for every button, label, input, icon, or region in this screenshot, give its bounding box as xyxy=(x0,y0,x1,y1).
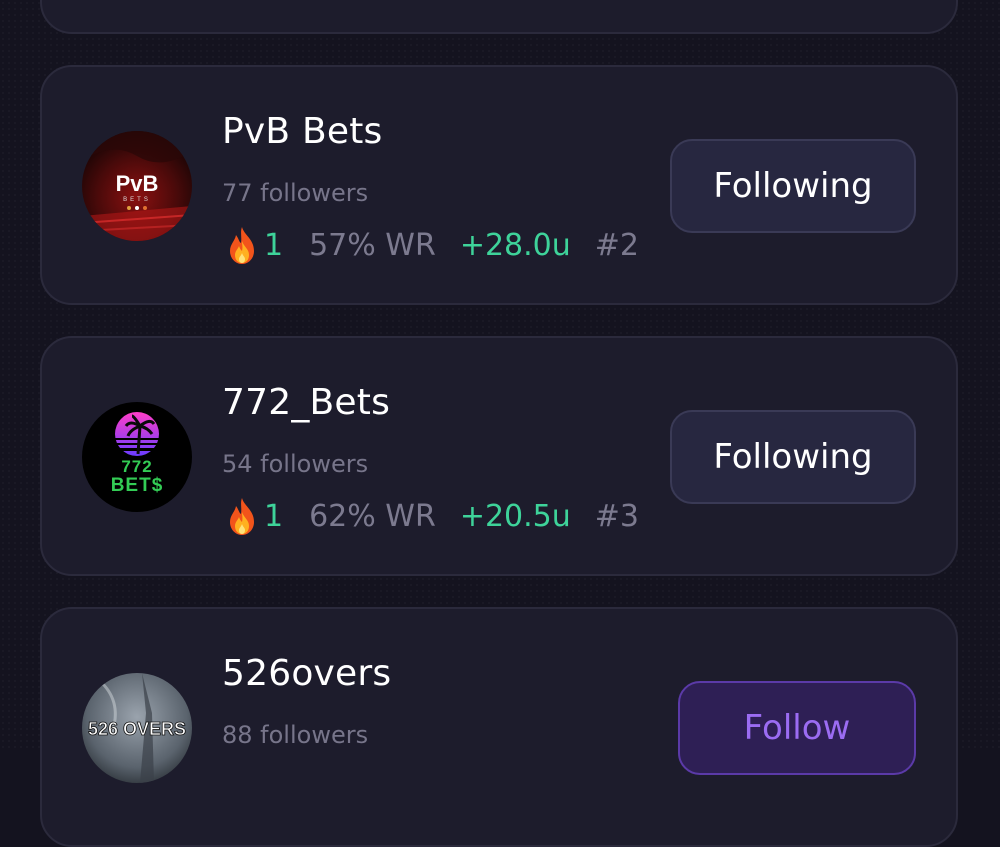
fire-icon xyxy=(224,225,260,265)
following-button[interactable]: Following xyxy=(670,139,916,233)
follower-count: 54 followers xyxy=(222,450,369,478)
avatar[interactable]: PvB BETS xyxy=(82,131,192,241)
bettor-card[interactable]: 526 OVERS 526overs 88 followers Follow xyxy=(40,607,958,847)
follower-count: 77 followers xyxy=(222,179,369,207)
win-rate: 57% WR xyxy=(309,227,436,263)
streak-count: 1 xyxy=(264,498,284,534)
avatar[interactable]: 772 BET$ xyxy=(82,402,192,512)
follower-count: 88 followers xyxy=(222,721,369,749)
rank: #3 xyxy=(594,498,640,534)
rank: #2 xyxy=(594,227,640,263)
follow-button[interactable]: Follow xyxy=(678,681,916,775)
streak-count: 1 xyxy=(264,227,284,263)
avatar-subtext: BETS xyxy=(123,197,151,203)
bettor-card[interactable]: PvB BETS PvB Bets 77 followers 1 57% WR … xyxy=(40,65,958,305)
units-profit: +20.5u xyxy=(459,498,571,534)
avatar[interactable]: 526 OVERS xyxy=(82,673,192,783)
bettor-name[interactable]: 772_Bets xyxy=(222,382,390,423)
bettor-name[interactable]: PvB Bets xyxy=(222,111,382,152)
avatar-text: 772 xyxy=(121,457,152,476)
units-profit: +28.0u xyxy=(459,227,571,263)
stats-row: 1 62% WR +20.5u #3 xyxy=(224,496,639,536)
avatar-subtext: BET$ xyxy=(111,475,164,496)
bettor-card[interactable]: 772 BET$ 772_Bets 54 followers 1 62% WR … xyxy=(40,336,958,576)
avatar-text: 526 OVERS xyxy=(88,719,186,739)
win-rate: 62% WR xyxy=(309,498,436,534)
stats-row: 1 57% WR +28.0u #2 xyxy=(224,225,639,265)
fire-icon xyxy=(224,496,260,536)
bettor-name[interactable]: 526overs xyxy=(222,653,391,694)
following-button[interactable]: Following xyxy=(670,410,916,504)
bettor-card-previous[interactable] xyxy=(40,0,958,34)
avatar-text: PvB xyxy=(116,171,159,196)
